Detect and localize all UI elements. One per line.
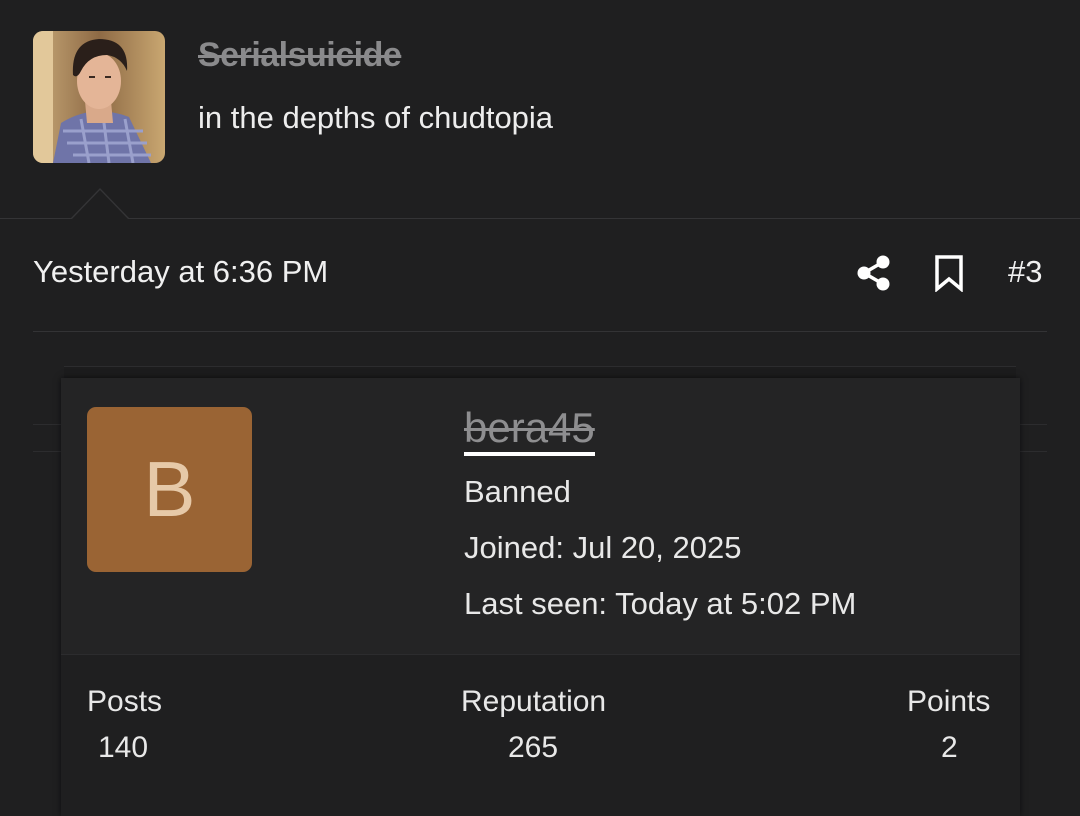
share-icon (857, 255, 890, 291)
post-author-header: Serialsuicide in the depths of chudtopia (0, 0, 1080, 219)
stat-reputation-value: 265 (508, 731, 559, 764)
author-avatar[interactable] (33, 31, 165, 163)
divider (33, 331, 1047, 332)
author-avatar-photo (33, 31, 165, 163)
stat-reputation-label: Reputation (461, 685, 607, 718)
member-tooltip-card: B bera45 Banned Joined: Jul 20, 2025 Las… (61, 378, 1020, 816)
share-button[interactable] (856, 254, 892, 292)
stat-posts-label: Posts (87, 685, 163, 718)
member-card-header: B bera45 Banned Joined: Jul 20, 2025 Las… (61, 378, 1020, 655)
stat-points-label: Points (907, 685, 991, 718)
stat-points-value[interactable]: 2 (941, 731, 958, 765)
post-permalink-number[interactable]: #3 (1008, 254, 1042, 290)
member-stats: Posts 140 Reputation 265 Points 2 (61, 655, 1020, 816)
member-status-title: Banned (464, 474, 571, 509)
stat-posts-value[interactable]: 140 (98, 731, 148, 765)
member-last-seen: Last seen: Today at 5:02 PM (464, 586, 857, 621)
bookmark-button[interactable] (933, 254, 965, 293)
bookmark-icon (935, 255, 963, 293)
member-joined-date: Joined: Jul 20, 2025 (464, 530, 742, 565)
member-username[interactable]: bera45 (464, 404, 595, 456)
member-avatar[interactable]: B (87, 407, 252, 572)
post-timestamp[interactable]: Yesterday at 6:36 PM (33, 254, 328, 290)
member-avatar-letter: B (143, 445, 196, 533)
author-username[interactable]: Serialsuicide (198, 36, 402, 75)
author-custom-title: in the depths of chudtopia (198, 100, 554, 135)
